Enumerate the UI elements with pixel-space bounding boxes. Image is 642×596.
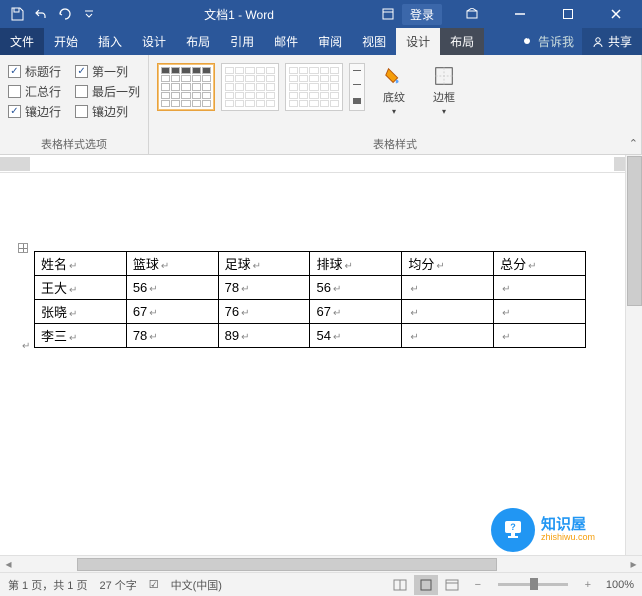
maximize-button[interactable] bbox=[546, 0, 590, 28]
group-title-style-options: 表格样式选项 bbox=[8, 134, 140, 152]
page: 姓名↵ 篮球↵ 足球↵ 排球↵ 均分↵ 总分↵ 王大↵ 56↵ 78↵ 56↵ … bbox=[0, 181, 642, 388]
chk-first-column[interactable]: ✓第一列 bbox=[75, 63, 128, 80]
tab-review[interactable]: 审阅 bbox=[308, 28, 352, 55]
borders-button[interactable]: 边框▾ bbox=[423, 61, 465, 116]
minimize-button[interactable] bbox=[498, 0, 542, 28]
th-avg: 均分↵ bbox=[402, 252, 494, 276]
chk-last-column[interactable]: 最后一列 bbox=[75, 83, 140, 100]
tab-home[interactable]: 开始 bbox=[44, 28, 88, 55]
tab-table-design[interactable]: 设计 bbox=[396, 28, 440, 55]
group-style-options: ✓标题行 ✓第一列 汇总行 最后一列 ✓镶边行 镶边列 表格样式选项 bbox=[0, 55, 149, 154]
redo-button[interactable] bbox=[54, 3, 76, 25]
table-row: 张晓↵ 67↵ 76↵ 67↵ ↵ ↵ bbox=[35, 300, 586, 324]
view-read-mode[interactable] bbox=[388, 575, 412, 595]
qat-customize-button[interactable] bbox=[78, 3, 100, 25]
table-row: 王大↵ 56↵ 78↵ 56↵ ↵ ↵ bbox=[35, 276, 586, 300]
tab-view[interactable]: 视图 bbox=[352, 28, 396, 55]
vertical-scrollbar[interactable] bbox=[625, 155, 642, 555]
table-header-row: 姓名↵ 篮球↵ 足球↵ 排球↵ 均分↵ 总分↵ bbox=[35, 252, 586, 276]
tab-design[interactable]: 设计 bbox=[132, 28, 176, 55]
save-button[interactable] bbox=[6, 3, 28, 25]
tab-layout[interactable]: 布局 bbox=[176, 28, 220, 55]
ribbon-tabs: 文件 开始 插入 设计 布局 引用 邮件 审阅 视图 设计 布局 告诉我 共享 bbox=[0, 28, 642, 55]
chk-banded-columns[interactable]: 镶边列 bbox=[75, 103, 128, 120]
vertical-scrollbar-thumb[interactable] bbox=[627, 156, 642, 306]
zoom-slider[interactable] bbox=[498, 583, 568, 586]
quick-access-toolbar bbox=[0, 3, 100, 25]
login-button[interactable]: 登录 bbox=[402, 4, 442, 25]
collapse-ribbon-button[interactable]: ⌃ bbox=[629, 137, 638, 150]
th-total: 总分↵ bbox=[494, 252, 586, 276]
paragraph-mark: ↵ bbox=[22, 341, 30, 352]
ribbon-display-button[interactable] bbox=[450, 0, 494, 28]
status-language[interactable]: 中文(中国) bbox=[171, 577, 222, 593]
horizontal-ruler[interactable] bbox=[0, 155, 642, 173]
th-football: 足球↵ bbox=[218, 252, 310, 276]
tab-insert[interactable]: 插入 bbox=[88, 28, 132, 55]
chk-banded-rows[interactable]: ✓镶边行 bbox=[8, 103, 61, 120]
th-name: 姓名↵ bbox=[35, 252, 127, 276]
zoom-slider-thumb[interactable] bbox=[530, 578, 538, 590]
ribbon: ✓标题行 ✓第一列 汇总行 最后一列 ✓镶边行 镶边列 表格样式选项 bbox=[0, 55, 642, 155]
view-print-layout[interactable] bbox=[414, 575, 438, 595]
table-style-3[interactable] bbox=[285, 63, 343, 111]
tab-table-layout[interactable]: 布局 bbox=[440, 28, 484, 55]
group-table-styles: 底纹▾ 边框▾ 表格样式 bbox=[149, 55, 642, 154]
table-row: 李三↵ 78↵ 89↵ 54↵ ↵ ↵ bbox=[35, 324, 586, 348]
horizontal-scrollbar[interactable]: ◂ ▸ bbox=[0, 555, 642, 572]
table-move-handle[interactable] bbox=[18, 243, 28, 253]
hscroll-thumb[interactable] bbox=[77, 558, 497, 571]
status-page[interactable]: 第 1 页，共 1 页 bbox=[8, 577, 87, 593]
tell-me-search[interactable]: 告诉我 bbox=[514, 33, 582, 50]
zoom-out-button[interactable]: − bbox=[466, 575, 490, 595]
account-icon[interactable] bbox=[378, 7, 398, 21]
table-style-2[interactable] bbox=[221, 63, 279, 111]
share-button[interactable]: 共享 bbox=[582, 28, 642, 55]
titlebar: 文档1 - Word 登录 bbox=[0, 0, 642, 28]
zoom-level[interactable]: 100% bbox=[606, 579, 634, 591]
document-area[interactable]: 姓名↵ 篮球↵ 足球↵ 排球↵ 均分↵ 总分↵ 王大↵ 56↵ 78↵ 56↵ … bbox=[0, 173, 642, 555]
status-proofing-icon[interactable]: ☑ bbox=[149, 578, 159, 591]
tab-mailings[interactable]: 邮件 bbox=[264, 28, 308, 55]
th-volleyball: 排球↵ bbox=[310, 252, 402, 276]
tab-file[interactable]: 文件 bbox=[0, 28, 44, 55]
undo-button[interactable] bbox=[30, 3, 52, 25]
shading-button[interactable]: 底纹▾ bbox=[373, 61, 415, 116]
view-web-layout[interactable] bbox=[440, 575, 464, 595]
tab-references[interactable]: 引用 bbox=[220, 28, 264, 55]
zoom-in-button[interactable]: + bbox=[576, 575, 600, 595]
styles-gallery-more[interactable] bbox=[349, 63, 365, 111]
window-title: 文档1 - Word bbox=[100, 6, 378, 23]
table-style-1[interactable] bbox=[157, 63, 215, 111]
hscroll-right[interactable]: ▸ bbox=[625, 557, 642, 572]
close-button[interactable] bbox=[594, 0, 638, 28]
chk-header-row[interactable]: ✓标题行 bbox=[8, 63, 61, 80]
chk-total-row[interactable]: 汇总行 bbox=[8, 83, 61, 100]
group-title-styles: 表格样式 bbox=[157, 134, 633, 152]
statusbar: 第 1 页，共 1 页 27 个字 ☑ 中文(中国) − + 100% bbox=[0, 572, 642, 596]
status-words[interactable]: 27 个字 bbox=[99, 577, 136, 593]
th-basketball: 篮球↵ bbox=[126, 252, 218, 276]
styles-gallery bbox=[157, 61, 365, 111]
word-table[interactable]: 姓名↵ 篮球↵ 足球↵ 排球↵ 均分↵ 总分↵ 王大↵ 56↵ 78↵ 56↵ … bbox=[34, 251, 586, 348]
hscroll-left[interactable]: ◂ bbox=[0, 557, 17, 572]
